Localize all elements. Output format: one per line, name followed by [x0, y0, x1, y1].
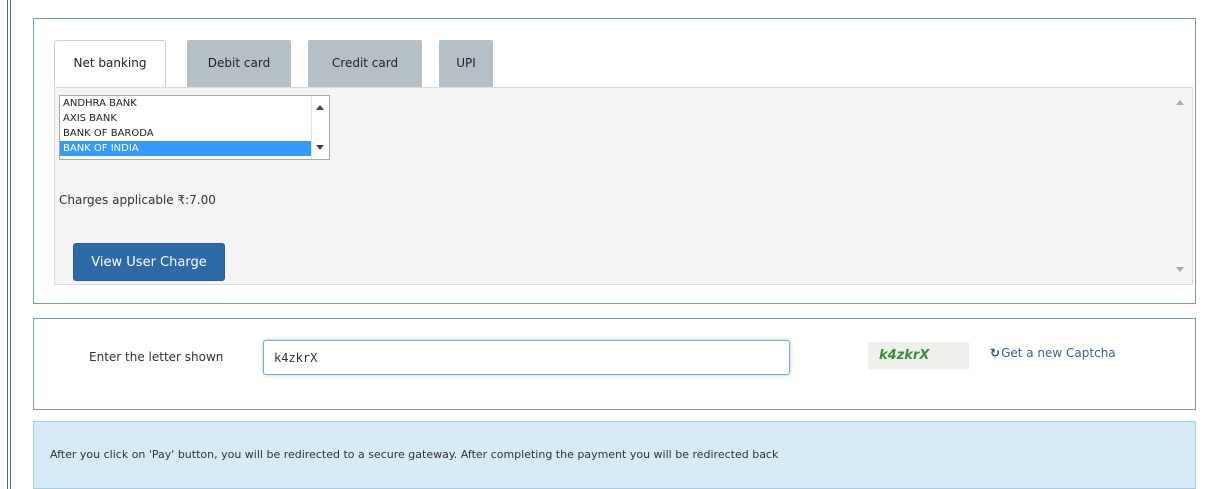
bank-select-list[interactable]: ANDHRA BANK AXIS BANK BANK OF BARODA BAN…: [59, 95, 330, 160]
net-banking-content: ANDHRA BANK AXIS BANK BANK OF BARODA BAN…: [54, 87, 1193, 285]
chevron-down-icon[interactable]: [316, 145, 324, 150]
get-new-captcha-label[interactable]: Get a new Captcha: [1001, 346, 1116, 360]
bank-option-andhra[interactable]: ANDHRA BANK: [60, 96, 312, 111]
get-new-captcha-link[interactable]: ↻Get a new Captcha: [990, 346, 1116, 360]
redirect-info-alert: After you click on 'Pay' button, you wil…: [33, 421, 1196, 489]
tab-upi[interactable]: UPI: [439, 40, 493, 87]
left-border-line-inner: [10, 0, 11, 489]
content-scroll-down-icon[interactable]: [1176, 267, 1184, 272]
payment-method-panel: Net banking Debit card Credit card UPI A…: [33, 18, 1196, 304]
charges-text: Charges applicable ₹:7.00: [59, 193, 216, 207]
captcha-label: Enter the letter shown: [89, 350, 224, 364]
tab-net-banking[interactable]: Net banking: [54, 40, 166, 88]
bank-option-india-selected[interactable]: BANK OF INDIA: [60, 141, 312, 156]
view-user-charge-button[interactable]: View User Charge: [73, 243, 225, 281]
left-border-line: [7, 0, 8, 489]
chevron-up-icon[interactable]: [316, 105, 324, 110]
captcha-input[interactable]: [263, 340, 790, 375]
bank-option-axis[interactable]: AXIS BANK: [60, 111, 312, 126]
captcha-panel: Enter the letter shown k4zkrX ↻Get a new…: [33, 318, 1196, 410]
tab-credit-card[interactable]: Credit card: [308, 40, 422, 87]
refresh-icon[interactable]: ↻: [990, 346, 1000, 360]
tab-debit-card[interactable]: Debit card: [187, 40, 291, 87]
bank-option-baroda[interactable]: BANK OF BARODA: [60, 126, 312, 141]
redirect-info-text: After you click on 'Pay' button, you wil…: [50, 448, 779, 461]
captcha-image: k4zkrX: [868, 342, 969, 369]
bank-list-scrollbar[interactable]: [311, 96, 329, 159]
content-scroll-up-icon[interactable]: [1176, 100, 1184, 105]
